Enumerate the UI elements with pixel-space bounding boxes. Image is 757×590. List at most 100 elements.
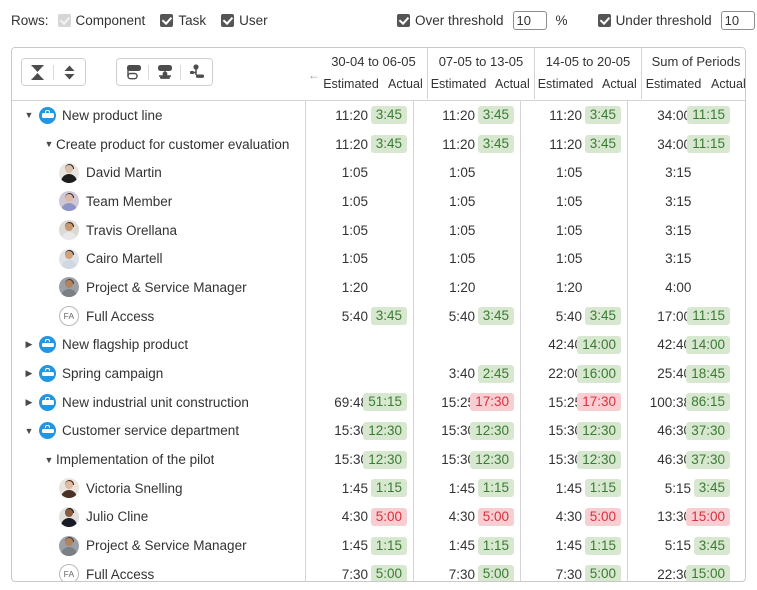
table-row[interactable]: ▼ Implementation of the pilot 15:30 12:30 15… bbox=[12, 445, 745, 474]
table-row[interactable]: ▶ New industrial unit construction 69:48 51… bbox=[12, 387, 745, 417]
column-headers: ← 30-04 to 06-05 Estimated Actual 07-05 … bbox=[306, 48, 745, 99]
actual-cell: 3:45 bbox=[370, 130, 413, 159]
under-threshold-input[interactable] bbox=[720, 11, 755, 30]
table-row[interactable]: Team Member 1:05 1:05 1:05 3:15 bbox=[12, 187, 745, 216]
actual-value-badge: 3:45 bbox=[370, 307, 407, 326]
actual-value-badge: 14:00 bbox=[577, 335, 621, 354]
actual-value-badge: 3:45 bbox=[477, 135, 514, 154]
estimated-cell: 11:20 bbox=[335, 107, 368, 123]
table-row[interactable]: ▶ Spring campaign 3:40 2:45 22:00 16:00 25:40 1… bbox=[12, 359, 745, 388]
estimated-cell: 1:05 bbox=[341, 251, 368, 267]
period-cell-group: 1:45 1:15 bbox=[306, 531, 413, 560]
actual-cell: 14:00 bbox=[577, 331, 627, 360]
column-header-estimated[interactable]: Estimated bbox=[535, 73, 602, 99]
under-threshold-checkbox[interactable] bbox=[597, 14, 611, 27]
estimated-cell: 3:40 bbox=[448, 366, 475, 382]
group-by-task-button[interactable] bbox=[149, 59, 180, 85]
actual-cell: 16:00 bbox=[577, 359, 627, 388]
actual-value-badge: 11:15 bbox=[687, 307, 730, 326]
group-by-component-button[interactable] bbox=[117, 59, 148, 85]
actual-cell: 5:00 bbox=[477, 503, 520, 532]
table-row[interactable]: Julio Cline 4:30 5:00 4:30 5:00 4:30 5:00 13:30… bbox=[12, 502, 745, 532]
actual-cell: 12:30 bbox=[577, 417, 627, 446]
table-row[interactable]: Cairo Martell 1:05 1:05 1:05 3:15 bbox=[12, 244, 745, 274]
period-cell-group: 15:30 12:30 bbox=[413, 445, 520, 474]
period-cell-group: 69:48 51:15 bbox=[306, 388, 413, 417]
table-row[interactable]: Project & Service Manager 1:45 1:15 1:45 1:1… bbox=[12, 531, 745, 560]
chevron-down-icon[interactable]: ▼ bbox=[42, 139, 56, 149]
under-threshold-group[interactable]: Under threshold % bbox=[597, 11, 757, 30]
column-header-estimated[interactable]: Estimated bbox=[642, 73, 711, 99]
actual-cell: 15:00 bbox=[686, 503, 736, 532]
table-row[interactable]: ▼ New product line 11:20 3:45 11:20 3:45 11:20… bbox=[12, 101, 745, 130]
chevron-right-icon[interactable]: ▶ bbox=[22, 339, 36, 350]
row-label-cell: FA Full Access bbox=[12, 301, 306, 331]
over-threshold-group[interactable]: Over threshold % bbox=[397, 11, 568, 30]
estimated-cell: 1:05 bbox=[341, 222, 368, 238]
column-header-estimated[interactable]: Estimated bbox=[320, 73, 388, 99]
component-icon bbox=[39, 422, 56, 440]
rowtype-component-checkbox-group[interactable]: Component bbox=[57, 13, 145, 28]
row-name: Spring campaign bbox=[62, 366, 164, 382]
over-threshold-input[interactable] bbox=[512, 11, 547, 30]
column-header-actual[interactable]: Actual bbox=[388, 73, 427, 99]
expand-level-button[interactable] bbox=[54, 59, 85, 85]
actual-cell bbox=[374, 187, 413, 216]
actual-cell: 17:30 bbox=[470, 388, 520, 417]
sum-cell-group: 17:00 11:15 bbox=[627, 301, 736, 331]
over-threshold-checkbox[interactable] bbox=[397, 14, 410, 27]
report-table-body: ▼ New product line 11:20 3:45 11:20 3:45 11:20… bbox=[12, 101, 745, 581]
rowtype-task-label: Task bbox=[178, 13, 207, 28]
period-cell-group: 11:20 3:45 bbox=[413, 129, 520, 159]
actual-cell: 3:45 bbox=[477, 302, 520, 331]
rowtype-user-checkbox-group[interactable]: User bbox=[221, 13, 268, 28]
period-cell-group: 5:40 3:45 bbox=[520, 301, 627, 331]
table-row[interactable]: ▶ New flagship product 42:40 14:00 42:40 14:0… bbox=[12, 330, 745, 360]
table-row[interactable]: David Martin 1:05 1:05 1:05 3:15 bbox=[12, 158, 745, 188]
actual-value-badge: 1:15 bbox=[370, 479, 407, 498]
estimated-cell: 11:20 bbox=[442, 136, 475, 152]
collapse-all-button[interactable] bbox=[22, 59, 53, 85]
actual-value-badge: 3:45 bbox=[584, 307, 621, 326]
estimated-cell: 1:45 bbox=[448, 538, 475, 554]
estimated-cell: 5:15 bbox=[664, 538, 691, 554]
grouping-button-group bbox=[116, 58, 213, 86]
table-row[interactable]: Travis Orellana 1:05 1:05 1:05 3:15 bbox=[12, 215, 745, 245]
row-name: Create product for customer evaluation bbox=[56, 136, 290, 152]
rowtype-user-checkbox[interactable] bbox=[221, 14, 235, 27]
column-header-actual[interactable]: Actual bbox=[711, 73, 745, 99]
column-header-estimated[interactable]: Estimated bbox=[428, 73, 495, 99]
estimated-cell: 1:05 bbox=[449, 222, 476, 238]
table-row[interactable]: Project & Service Manager 1:20 1:20 1:20 4:0… bbox=[12, 273, 745, 302]
chevron-right-icon[interactable]: ▶ bbox=[22, 397, 36, 408]
row-label-cell: Cairo Martell bbox=[12, 244, 306, 274]
sum-cell-group: 46:30 37:30 bbox=[627, 416, 736, 446]
avatar bbox=[59, 506, 79, 527]
rowtype-task-checkbox-group[interactable]: Task bbox=[160, 13, 206, 28]
table-row[interactable]: FA Full Access 7:30 5:00 7:30 5:00 7:30 5:00 22:… bbox=[12, 560, 745, 581]
table-row[interactable]: Victoria Snelling 1:45 1:15 1:45 1:15 1:45 1:1… bbox=[12, 473, 745, 503]
table-row[interactable]: FA Full Access 5:40 3:45 5:40 3:45 5:40 3:45 17:… bbox=[12, 301, 745, 331]
chevron-down-icon[interactable]: ▼ bbox=[42, 455, 56, 465]
previous-periods-arrow[interactable]: ← bbox=[308, 69, 320, 81]
chevron-down-icon[interactable]: ▼ bbox=[22, 426, 36, 436]
group-by-user-button[interactable] bbox=[181, 59, 212, 85]
table-row[interactable]: ▼ Create product for customer evaluation 1… bbox=[12, 129, 745, 159]
rowtype-task-checkbox[interactable] bbox=[160, 14, 174, 27]
chevron-right-icon[interactable]: ▶ bbox=[22, 368, 36, 379]
table-row[interactable]: ▼ Customer service department 15:30 12:30 15… bbox=[12, 416, 745, 446]
chevron-down-icon[interactable]: ▼ bbox=[22, 110, 36, 120]
actual-cell: 12:30 bbox=[470, 445, 520, 474]
estimated-cell: 1:05 bbox=[341, 193, 368, 209]
column-header-actual[interactable]: Actual bbox=[495, 73, 534, 99]
actual-cell: 5:00 bbox=[370, 503, 413, 532]
actual-cell: 37:30 bbox=[686, 417, 736, 446]
period-cell-group bbox=[306, 331, 413, 360]
estimated-cell: 1:45 bbox=[555, 538, 582, 554]
row-values: 1:45 1:15 1:45 1:15 1:45 1:15 5:15 3:45 bbox=[306, 473, 745, 503]
column-header-actual[interactable]: Actual bbox=[602, 73, 641, 99]
column-group-title: 07-05 to 13-05 bbox=[438, 54, 524, 69]
actual-value-badge: 17:30 bbox=[577, 393, 621, 412]
actual-cell bbox=[588, 216, 627, 245]
sum-cell-group: 3:15 bbox=[627, 187, 736, 216]
